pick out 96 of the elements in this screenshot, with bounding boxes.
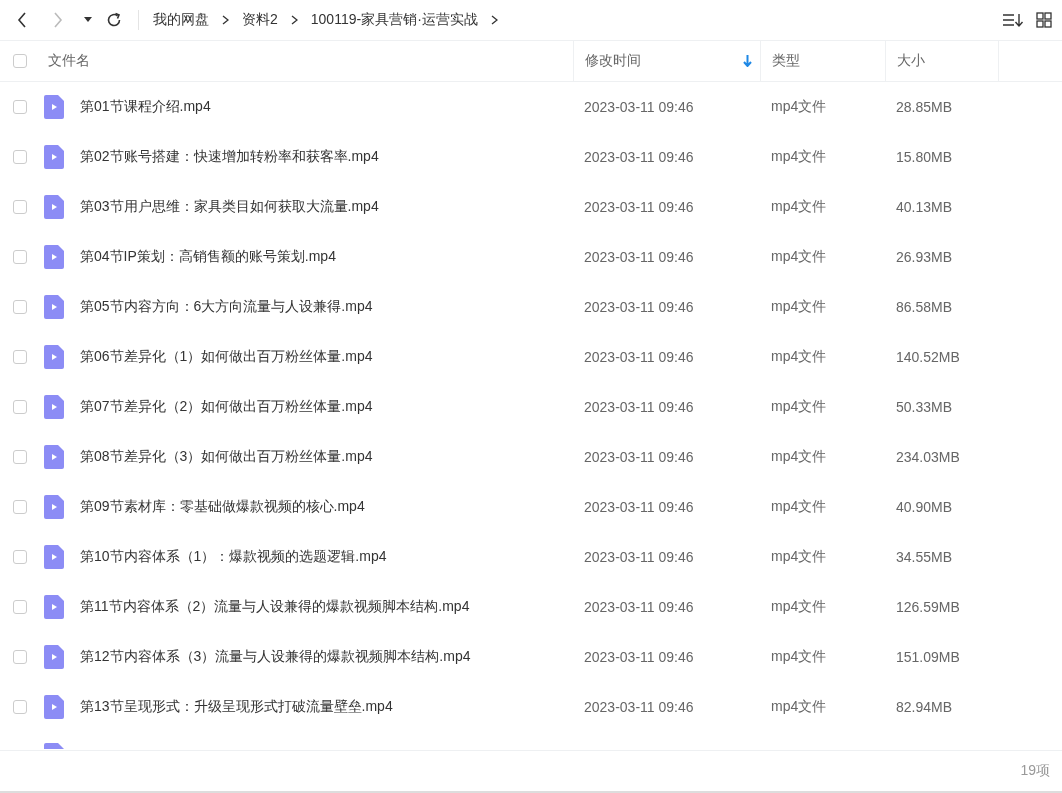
modified-time: 2023-03-11 09:46 (583, 449, 695, 465)
select-all-checkbox[interactable] (13, 54, 27, 68)
video-file-icon (44, 395, 64, 419)
file-type: mp4文件 (770, 148, 828, 166)
file-type: mp4文件 (770, 448, 828, 466)
row-checkbox[interactable] (13, 150, 27, 164)
column-header[interactable]: 大小 (885, 41, 998, 81)
file-type: mp4文件 (770, 198, 828, 216)
file-type: mp4文件 (770, 698, 828, 716)
file-type: mp4文件 (770, 498, 828, 516)
file-size: 15.80MB (895, 149, 954, 165)
file-name[interactable]: 第07节差异化（2）如何做出百万粉丝体量.mp4 (80, 398, 373, 416)
row-checkbox[interactable] (13, 600, 27, 614)
grid-view-icon[interactable] (1036, 12, 1052, 28)
file-type: mp4文件 (770, 98, 828, 116)
file-size: 234.03MB (895, 449, 961, 465)
row-checkbox[interactable] (13, 250, 27, 264)
dropdown-caret-icon[interactable] (84, 17, 92, 23)
file-name[interactable]: 第09节素材库：零基础做爆款视频的核心.mp4 (80, 498, 365, 516)
chevron-icon (222, 15, 229, 25)
file-size: 26.93MB (895, 249, 954, 265)
row-checkbox[interactable] (13, 650, 27, 664)
file-type: mp4文件 (770, 598, 828, 616)
file-size: 82.94MB (895, 699, 954, 715)
video-file-icon (44, 345, 64, 369)
file-name[interactable]: 第11节内容体系（2）流量与人设兼得的爆款视频脚本结构.mp4 (80, 598, 470, 616)
video-file-icon (44, 245, 64, 269)
file-size: 126.59MB (895, 599, 961, 615)
file-type: mp4文件 (770, 248, 828, 266)
video-file-icon (44, 545, 64, 569)
video-file-icon (44, 295, 64, 319)
file-name[interactable]: 第05节内容方向：6大方向流量与人设兼得.mp4 (80, 298, 373, 316)
video-file-icon (44, 645, 64, 669)
breadcrumb-link[interactable]: 我的网盘 (153, 11, 209, 29)
row-checkbox[interactable] (13, 450, 27, 464)
modified-time: 2023-03-11 09:46 (583, 249, 695, 265)
file-name[interactable]: 第06节差异化（1）如何做出百万粉丝体量.mp4 (80, 348, 373, 366)
file-size: 86.58MB (895, 299, 954, 315)
modified-time: 2023-03-11 09:46 (583, 299, 695, 315)
row-checkbox[interactable] (13, 700, 27, 714)
sort-icon[interactable] (1002, 12, 1024, 28)
video-file-icon (44, 595, 64, 619)
row-checkbox[interactable] (13, 350, 27, 364)
file-name[interactable]: 第08节差异化（3）如何做出百万粉丝体量.mp4 (80, 448, 373, 466)
file-type: mp4文件 (770, 648, 828, 666)
file-size: 140.52MB (895, 349, 961, 365)
file-size: 40.90MB (895, 499, 954, 515)
file-name[interactable]: 第03节用户思维：家具类目如何获取大流量.mp4 (80, 198, 379, 216)
file-name[interactable]: 第02节账号搭建：快速增加转粉率和获客率.mp4 (80, 148, 379, 166)
file-size: 50.33MB (895, 399, 954, 415)
file-name[interactable]: 第01节课程介绍.mp4 (80, 98, 211, 116)
file-type: mp4文件 (770, 398, 828, 416)
row-checkbox[interactable] (13, 300, 27, 314)
modified-time: 2023-03-11 09:46 (583, 99, 695, 115)
file-size: 34.55MB (895, 549, 954, 565)
chevron-icon (290, 15, 298, 25)
refresh-icon[interactable] (106, 12, 122, 28)
video-file-icon (44, 145, 64, 169)
file-size: 28.85MB (895, 99, 954, 115)
file-name[interactable]: 第04节IP策划：高销售额的账号策划.mp4 (80, 248, 336, 266)
modified-time: 2023-03-11 09:46 (583, 149, 695, 165)
modified-time: 2023-03-11 09:46 (583, 599, 695, 615)
row-checkbox[interactable] (13, 100, 27, 114)
modified-time: 2023-03-11 09:46 (583, 199, 695, 215)
file-name[interactable]: 第10节内容体系（1）：爆款视频的选题逻辑.mp4 (80, 548, 387, 566)
back-icon[interactable] (16, 12, 28, 28)
chevron-icon (490, 15, 498, 25)
modified-time: 2023-03-11 09:46 (583, 549, 695, 565)
column-header[interactable]: 修改时间 (573, 41, 760, 81)
column-header[interactable]: 文件名 (40, 41, 573, 81)
file-type: mp4文件 (770, 298, 828, 316)
row-checkbox[interactable] (13, 200, 27, 214)
video-file-icon (44, 195, 64, 219)
video-file-icon (44, 495, 64, 519)
file-size: 40.13MB (895, 199, 954, 215)
file-type: mp4文件 (770, 548, 828, 566)
row-checkbox[interactable] (13, 550, 27, 564)
video-file-icon (44, 743, 64, 749)
modified-time: 2023-03-11 09:46 (583, 499, 695, 515)
video-file-icon (44, 445, 64, 469)
video-file-icon (44, 95, 64, 119)
column-header[interactable]: 类型 (760, 41, 885, 81)
modified-time: 2023-03-11 09:46 (583, 699, 695, 715)
row-checkbox[interactable] (13, 400, 27, 414)
file-size: 151.09MB (895, 649, 961, 665)
file-name[interactable]: 第13节呈现形式：升级呈现形式打破流量壁垒.mp4 (80, 698, 393, 716)
row-checkbox[interactable] (13, 500, 27, 514)
file-name[interactable]: 第12节内容体系（3）流量与人设兼得的爆款视频脚本结构.mp4 (80, 648, 471, 666)
modified-time: 2023-03-11 09:46 (583, 349, 695, 365)
breadcrumb-link[interactable]: 100119-家具营销·运营实战 (310, 11, 478, 29)
breadcrumb-link[interactable]: 资料2 (242, 11, 278, 29)
file-type: mp4文件 (770, 348, 828, 366)
video-file-icon (44, 695, 64, 719)
modified-time: 2023-03-11 09:46 (583, 649, 695, 665)
item-count: 19项 (1020, 762, 1050, 780)
modified-time: 2023-03-11 09:46 (583, 399, 695, 415)
